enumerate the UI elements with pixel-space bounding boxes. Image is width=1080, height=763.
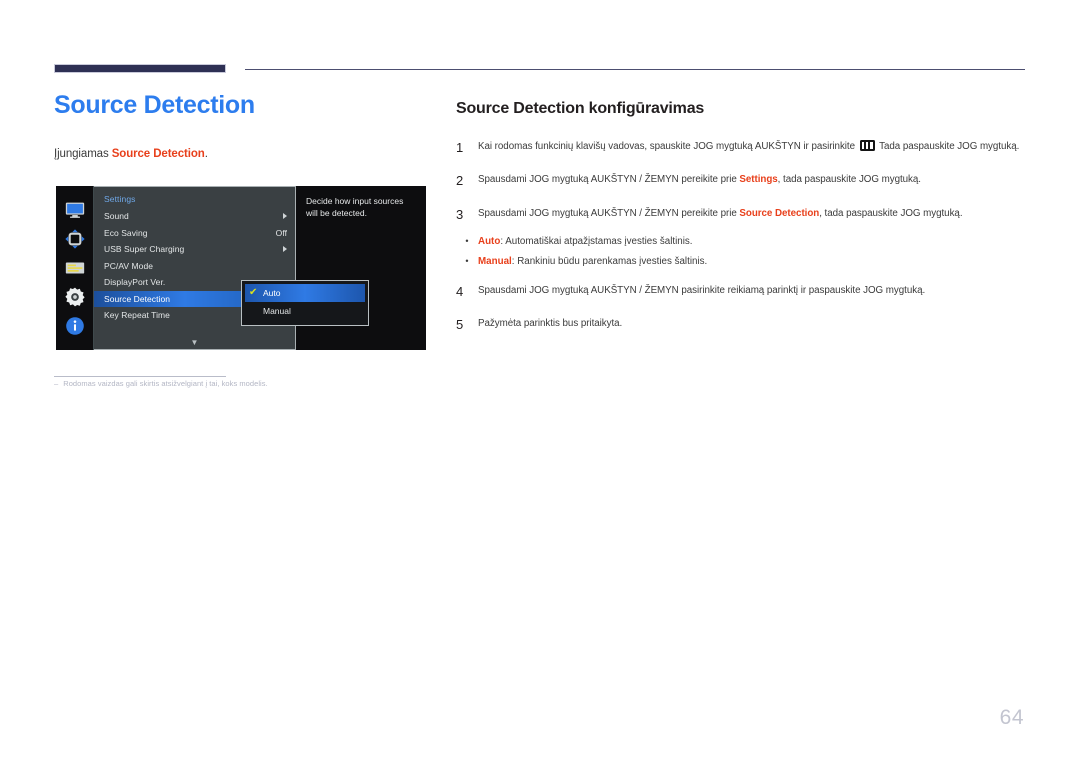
scroll-down-arrow-icon[interactable]: ▼ bbox=[94, 339, 295, 347]
instructions-column: Source Detection konfigūravimas 1 Kai ro… bbox=[456, 100, 1028, 350]
osd-option-label: Auto bbox=[263, 288, 281, 298]
step-text: Pažymėta parinktis bus pritaikyta. bbox=[478, 318, 623, 330]
option-bullets: • Auto: Automatiškai atpažįstamas įvesti… bbox=[456, 234, 1028, 270]
bullet-bold-term: Manual bbox=[478, 256, 512, 268]
page-title: Source Detection bbox=[54, 91, 255, 119]
header-rule-line bbox=[245, 69, 1025, 70]
step-text-before: Spausdami JOG mygtuką AUKŠTYN / ŽEMYN pe… bbox=[478, 207, 740, 219]
step-text: Spausdami JOG mygtuką AUKŠTYN / ŽEMYN pa… bbox=[478, 285, 926, 297]
osd-option-label: Manual bbox=[263, 306, 291, 316]
step-bold-term: Source Detection bbox=[739, 207, 820, 219]
bullet-glyph: • bbox=[465, 235, 469, 246]
step-number: 2 bbox=[456, 173, 464, 189]
step-number: 1 bbox=[456, 140, 464, 155]
manual-page: Source Detection Įjungiamas Source Detec… bbox=[0, 0, 1080, 763]
bullet-text: Manual: Rankiniu būdu parenkamas įvestie… bbox=[478, 254, 1028, 270]
osd-option-manual[interactable]: ✔ Manual bbox=[245, 302, 365, 320]
step-3: 3 Spausdami JOG mygtuką AUKŠTYN / ŽEMYN … bbox=[456, 206, 1028, 223]
bullet-description: : Automatiškai atpažįstamas įvesties šal… bbox=[500, 235, 693, 247]
osd-row-value: Off bbox=[275, 227, 287, 238]
osd-source-detection-popup: ✔ Auto ✔ Manual bbox=[241, 280, 369, 326]
steps-list: 1 Kai rodomas funkcinių klavišų vadovas,… bbox=[456, 139, 1028, 334]
information-icon bbox=[64, 315, 86, 337]
page-number: 64 bbox=[999, 706, 1024, 729]
step-text-before: Spausdami JOG mygtuką AUKŠTYN / ŽEMYN pe… bbox=[478, 174, 740, 186]
monitor-icon bbox=[64, 199, 86, 221]
bullet-manual: • Manual: Rankiniu būdu parenkamas įvest… bbox=[456, 254, 1028, 270]
step-4: 4 Spausdami JOG mygtuką AUKŠTYN / ŽEMYN … bbox=[456, 283, 1028, 300]
step-text: Spausdami JOG mygtuką AUKŠTYN / ŽEMYN pe… bbox=[478, 206, 1028, 223]
footnote-dash: ‒ bbox=[54, 379, 59, 388]
lead-bold-term: Source Detection bbox=[111, 147, 205, 160]
step-number: 4 bbox=[456, 284, 464, 300]
chevron-right-icon bbox=[283, 213, 287, 220]
footnote-divider bbox=[54, 376, 226, 377]
bullet-glyph: • bbox=[465, 256, 469, 267]
osd-menu-header: Settings bbox=[104, 194, 136, 204]
step-text-before: Kai rodomas funkcinių klavišų vadovas, s… bbox=[478, 141, 858, 152]
osd-option-auto[interactable]: ✔ Auto bbox=[245, 284, 365, 302]
footnote: ‒ Rodomas vaizdas gali skirtis atsižvelgi… bbox=[54, 379, 268, 388]
step-text: Spausdami JOG mygtuką AUKŠTYN / ŽEMYN pe… bbox=[478, 172, 1028, 189]
chevron-right-icon bbox=[283, 246, 287, 253]
footnote-text: Rodomas vaizdas gali skirtis atsižvelgia… bbox=[63, 379, 268, 388]
function-key-menu-icon bbox=[859, 140, 875, 151]
osd-row-label: USB Super Charging bbox=[104, 244, 185, 255]
step-text: Kai rodomas funkcinių klavišų vadovas, s… bbox=[478, 139, 1028, 156]
osd-row-usb-super-charging[interactable]: USB Super Charging bbox=[94, 241, 295, 258]
osd-menu-illustration: Settings Sound Eco Saving Off USB Super … bbox=[56, 186, 426, 350]
left-column: Source Detection Įjungiamas Source Detec… bbox=[54, 91, 434, 160]
osd-settings-list: Settings Sound Eco Saving Off USB Super … bbox=[94, 186, 369, 350]
onscreen-display-icon bbox=[64, 257, 86, 279]
header-rule-block bbox=[54, 64, 226, 73]
check-icon-placeholder: ✔ bbox=[249, 306, 263, 316]
step-number: 3 bbox=[456, 206, 464, 222]
step-text-after: , tada paspauskite JOG mygtuką. bbox=[777, 174, 921, 186]
osd-icon-rail bbox=[56, 186, 94, 350]
section-heading: Source Detection konfigūravimas bbox=[456, 100, 705, 117]
step-text-after: Tada paspauskite JOG mygtuką. bbox=[876, 141, 1020, 152]
bullet-text: Auto: Automatiškai atpažįstamas įvesties… bbox=[478, 234, 1028, 250]
bullet-auto: • Auto: Automatiškai atpažįstamas įvesti… bbox=[456, 234, 1028, 250]
osd-row-label: Eco Saving bbox=[104, 227, 148, 238]
osd-row-sound[interactable]: Sound bbox=[94, 208, 295, 225]
lead-prefix: Įjungiamas bbox=[54, 147, 112, 160]
osd-row-label: Sound bbox=[104, 211, 129, 222]
lead-paragraph: Įjungiamas Source Detection. bbox=[54, 148, 434, 160]
step-number: 5 bbox=[456, 317, 464, 333]
step-1: 1 Kai rodomas funkcinių klavišų vadovas,… bbox=[456, 139, 1028, 156]
osd-row-label: PC/AV Mode bbox=[104, 260, 154, 271]
bullet-bold-term: Auto bbox=[478, 235, 501, 247]
system-gear-icon bbox=[64, 286, 86, 308]
step-2: 2 Spausdami JOG mygtuką AUKŠTYN / ŽEMYN … bbox=[456, 172, 1028, 189]
osd-row-pc-av-mode[interactable]: PC/AV Mode bbox=[94, 258, 295, 275]
lead-suffix: . bbox=[204, 147, 208, 160]
bullet-description: : Rankiniu būdu parenkamas įvesties šalt… bbox=[511, 256, 708, 268]
check-icon: ✔ bbox=[249, 287, 258, 298]
step-bold-term: Settings bbox=[739, 174, 778, 186]
step-5: 5 Pažymėta parinktis bus pritaikyta. bbox=[456, 316, 1028, 333]
step-text-after: , tada paspauskite JOG mygtuką. bbox=[819, 207, 963, 219]
osd-row-eco-saving[interactable]: Eco Saving Off bbox=[94, 225, 295, 242]
picture-adjust-icon bbox=[64, 228, 86, 250]
